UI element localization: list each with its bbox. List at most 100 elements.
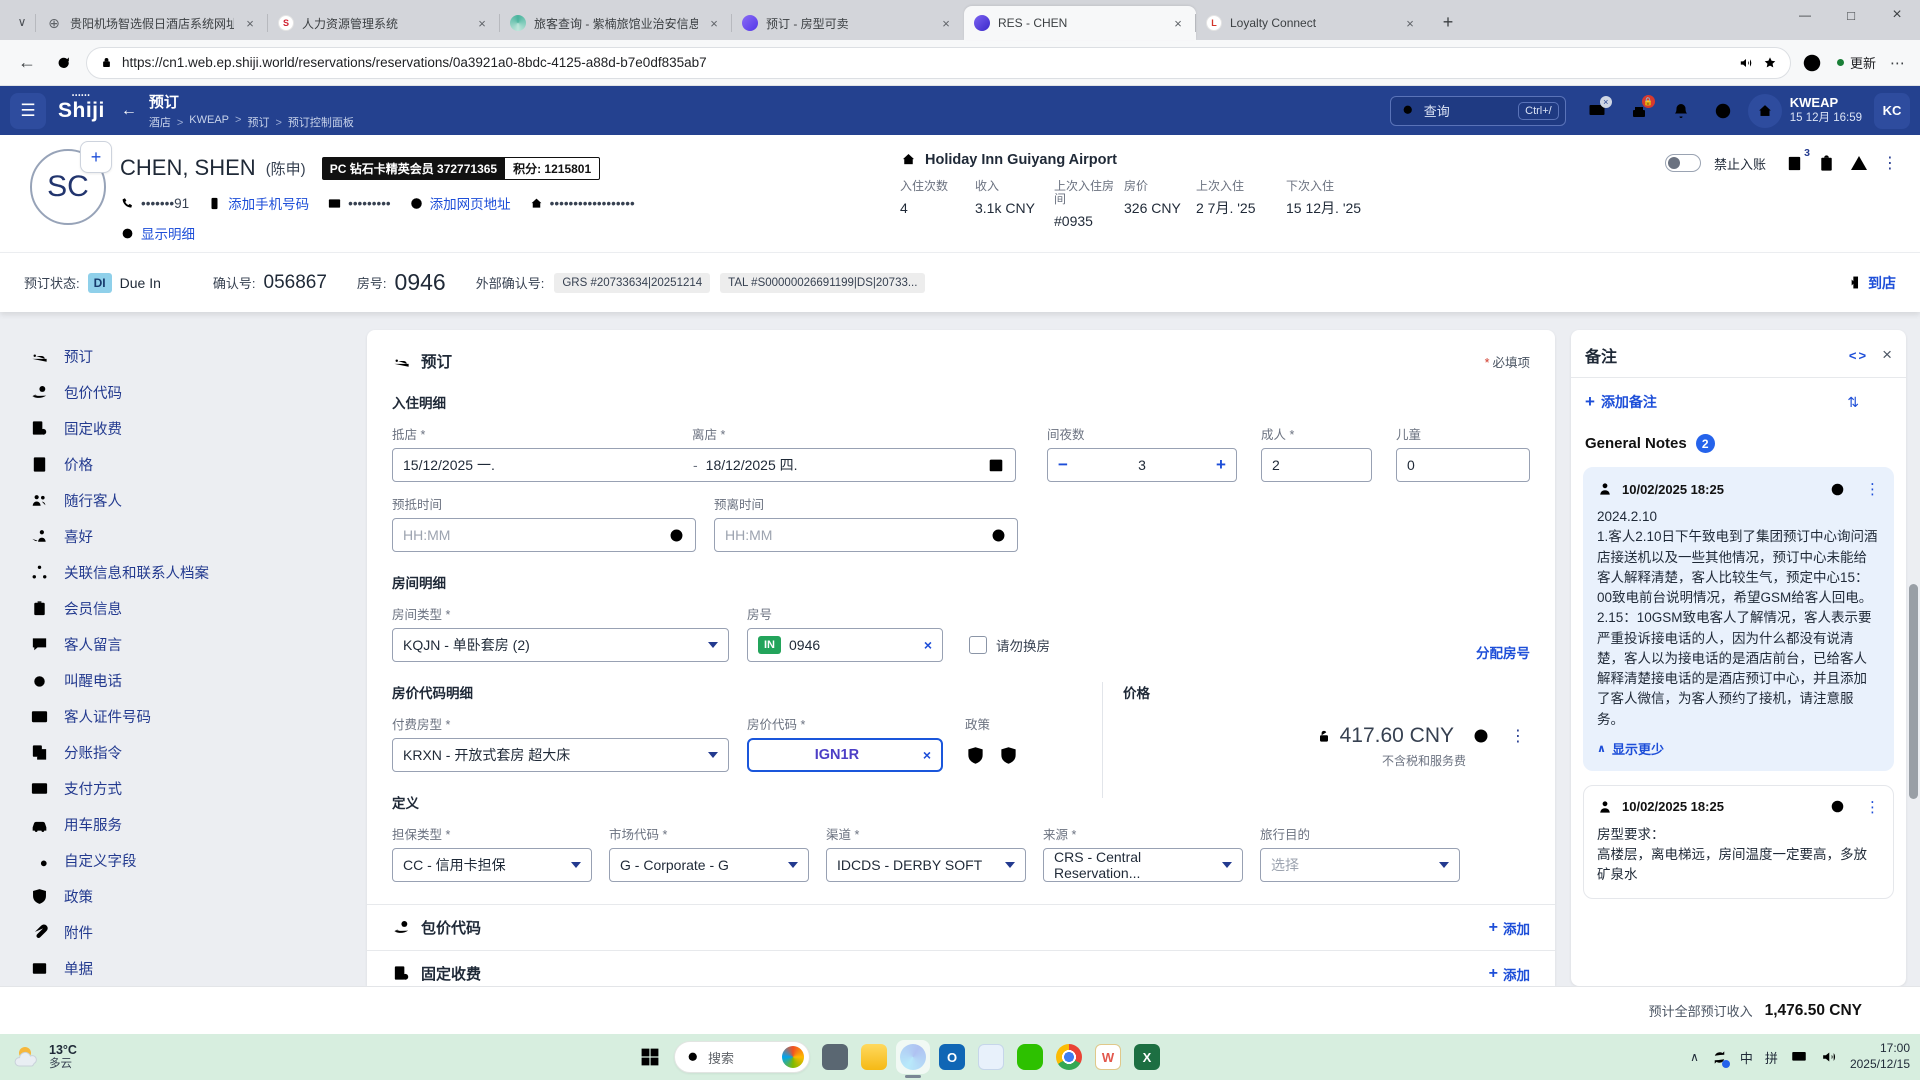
clear-room-icon[interactable] [924, 637, 932, 653]
add-button[interactable]: 添加 [1489, 964, 1530, 984]
sidebar-item[interactable]: 喜好 [30, 518, 367, 554]
ime-mode-indicator[interactable]: 拼 [1765, 1048, 1778, 1067]
sort-notes-icon[interactable] [1847, 394, 1859, 411]
browser-update-button[interactable]: 更新 [1833, 53, 1880, 72]
price-info-icon[interactable] [1472, 727, 1490, 745]
nights-minus-button[interactable]: − [1058, 455, 1068, 475]
tray-chevron-icon[interactable] [1690, 1048, 1699, 1066]
sidebar-item[interactable]: 政策 [30, 878, 367, 914]
sidebar-item[interactable]: 客人留言 [30, 626, 367, 662]
sidebar-item[interactable]: 叫醒电话 [30, 662, 367, 698]
back-button[interactable] [14, 50, 40, 76]
tab-close-icon[interactable] [1402, 15, 1418, 31]
show-less-link[interactable]: 显示更少 [1597, 739, 1880, 758]
refresh-button[interactable] [50, 50, 76, 76]
date-range-input[interactable]: 15/12/2025 一. - 18/12/2025 四. [392, 448, 1016, 482]
children-input[interactable]: 0 [1396, 448, 1530, 482]
etd-input[interactable]: HH:MM [714, 518, 1018, 552]
arrival-value[interactable]: 15/12/2025 一. [403, 455, 685, 475]
price-menu-icon[interactable] [1510, 726, 1526, 746]
definition-select[interactable]: CRS - Central Reservation... [1043, 848, 1243, 882]
breadcrumb-item[interactable]: 酒店 [149, 114, 183, 130]
sidebar-item[interactable]: 单据 [30, 950, 367, 986]
address-bar[interactable]: https://cn1.web.ep.shiji.world/reservati… [86, 47, 1791, 79]
definition-select[interactable]: IDCDS - DERBY SOFT [826, 848, 1026, 882]
add-website-link[interactable]: 添加网页地址 [409, 193, 511, 213]
sidebar-item[interactable]: 价格 [30, 446, 367, 482]
user-avatar[interactable]: KC [1874, 93, 1910, 129]
definition-select[interactable]: 选择 [1260, 848, 1460, 882]
cashier-icon[interactable]: 🔒 [1622, 94, 1656, 128]
rate-code-input[interactable]: IGN1R [747, 738, 943, 772]
room-number-input[interactable]: IN 0946 [747, 628, 943, 662]
sidebar-item[interactable]: 会员信息 [30, 590, 367, 626]
breadcrumb-item[interactable]: 预订 [247, 114, 281, 130]
no-move-checkbox[interactable] [969, 636, 987, 654]
breadcrumb-item[interactable]: 预订控制面板 [288, 114, 354, 130]
note-history-icon[interactable] [1829, 481, 1846, 498]
volume-tray-icon[interactable] [1820, 1048, 1838, 1066]
tab-close-icon[interactable] [1170, 15, 1186, 31]
calendar-icon[interactable] [987, 456, 1005, 474]
browser-tab[interactable]: L Loyalty Connect [1196, 6, 1428, 40]
add-button[interactable]: 添加 [1489, 918, 1530, 938]
hamburger-menu-icon[interactable] [10, 93, 46, 129]
guest-more-menu-icon[interactable]: ⋮ [1882, 153, 1898, 173]
network-tray-icon[interactable] [1790, 1048, 1808, 1066]
notifications-bell-icon[interactable] [1664, 94, 1698, 128]
header-back-icon[interactable] [121, 102, 137, 120]
nights-plus-button[interactable]: + [1216, 455, 1226, 475]
departure-value[interactable]: 18/12/2025 四. [706, 455, 798, 475]
url-text[interactable]: https://cn1.web.ep.shiji.world/reservati… [122, 55, 1730, 70]
favorite-star-icon[interactable] [1762, 55, 1778, 71]
checkin-button[interactable]: 到店 [1844, 273, 1896, 293]
breadcrumb-item[interactable]: KWEAP [189, 114, 241, 130]
sidebar-item[interactable]: 分账指令 [30, 734, 367, 770]
scrollbar-thumb[interactable] [1909, 584, 1918, 799]
browser-tab[interactable]: 预订 - 房型可卖 [732, 6, 964, 40]
workstation-icon[interactable]: × [1580, 94, 1614, 128]
warning-icon[interactable] [1849, 153, 1869, 173]
sync-tray-icon[interactable] [1711, 1049, 1728, 1066]
add-guest-photo-button[interactable]: + [80, 141, 112, 173]
property-home-icon[interactable] [1748, 94, 1782, 128]
adults-input[interactable]: 2 [1261, 448, 1372, 482]
notes-close-icon[interactable] [1882, 345, 1892, 365]
definition-select[interactable]: CC - 信用卡担保 [392, 848, 592, 882]
sidebar-item[interactable]: 固定收费 [30, 410, 367, 446]
read-aloud-icon[interactable] [1738, 55, 1754, 71]
sidebar-item[interactable]: 关联信息和联系人档案 [30, 554, 367, 590]
sidebar-item[interactable]: 随行客人 [30, 482, 367, 518]
tab-search-button[interactable] [8, 8, 36, 36]
add-mobile-link[interactable]: 添加手机号码 [207, 193, 309, 213]
browser-tab[interactable]: ⊕ 贵阳机场智选假日酒店系统网址导 [36, 6, 268, 40]
add-note-button[interactable]: 添加备注 [1585, 392, 1657, 412]
page-scrollbar[interactable] [1909, 312, 1918, 986]
external-ref-chip[interactable]: GRS #20733634|20251214 [554, 273, 710, 293]
maximize-button[interactable] [1828, 0, 1874, 30]
clock-icon[interactable] [990, 527, 1007, 544]
tab-close-icon[interactable] [242, 15, 258, 31]
tab-close-icon[interactable] [938, 15, 954, 31]
reservation-notes-icon[interactable]: 3 [1785, 154, 1804, 173]
clipboard-icon[interactable] [1817, 154, 1836, 173]
sidebar-item[interactable]: 包价代码 [30, 374, 367, 410]
sidebar-item[interactable]: 用车服务 [30, 806, 367, 842]
sidebar-item[interactable]: 支付方式 [30, 770, 367, 806]
sidebar-item[interactable]: 自定义字段 [30, 842, 367, 878]
definition-select[interactable]: G - Corporate - G [609, 848, 809, 882]
browser-tab[interactable]: RES - CHEN [964, 6, 1196, 40]
show-details-link[interactable]: 显示明细 [120, 223, 195, 243]
deposit-policy-shield-icon[interactable] [998, 745, 1019, 766]
note-history-icon[interactable] [1829, 798, 1846, 815]
browser-tab[interactable]: 旅客查询 - 紫楠旅馆业治安信息管 [500, 6, 732, 40]
sidebar-item[interactable]: 客人证件号码 [30, 698, 367, 734]
browser-menu-icon[interactable] [1890, 54, 1906, 72]
assign-room-link[interactable]: 分配房号 [1476, 642, 1530, 662]
nights-value[interactable]: 3 [1138, 457, 1146, 473]
profile-avatar-icon[interactable] [1801, 52, 1823, 74]
taskbar-clock[interactable]: 17:00 2025/12/15 [1850, 1041, 1910, 1072]
search-highlight-icon[interactable] [782, 1046, 804, 1068]
eta-input[interactable]: HH:MM [392, 518, 696, 552]
code-view-icon[interactable] [1849, 348, 1868, 363]
